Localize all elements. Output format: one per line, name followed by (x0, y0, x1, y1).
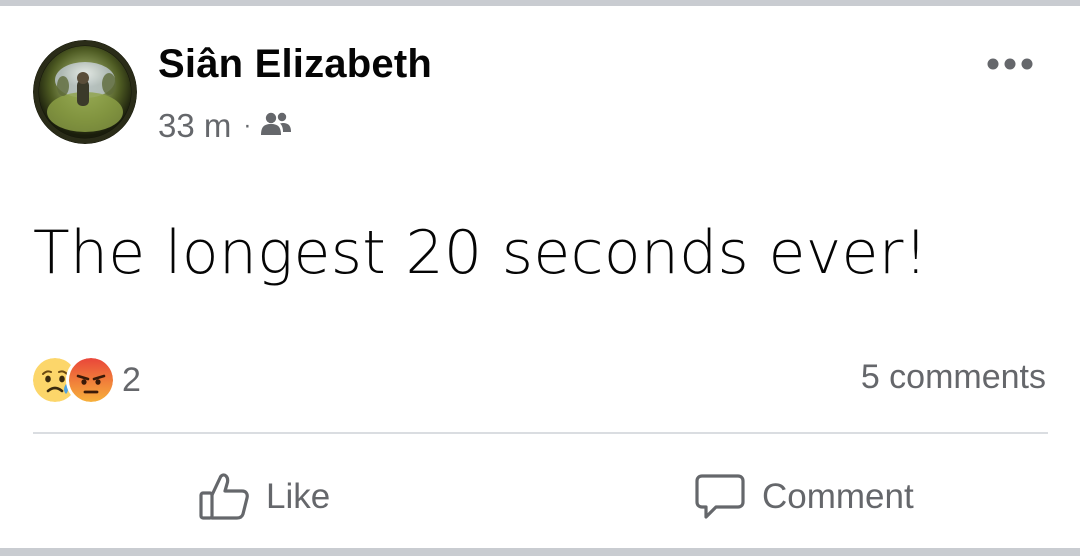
feed-separator-bottom (0, 548, 1080, 556)
post-timestamp[interactable]: 33 m (158, 107, 231, 145)
like-label: Like (266, 477, 331, 516)
comment-button[interactable]: Comment (694, 462, 914, 532)
meta-separator: · (243, 112, 252, 139)
reaction-count: 2 (122, 360, 141, 399)
author-avatar[interactable] (33, 40, 137, 144)
comments-count-link[interactable]: 5 comments (861, 358, 1046, 397)
comment-bubble-icon (695, 474, 745, 519)
author-name[interactable]: Siân Elizabeth (158, 42, 432, 87)
post-meta: 33 m · (158, 104, 292, 148)
comment-label: Comment (762, 477, 914, 516)
like-button[interactable]: Like (198, 462, 330, 532)
post-card: Siân Elizabeth 33 m · The longest 20 sec… (0, 6, 1080, 548)
angry-reaction-icon (66, 355, 116, 405)
friends-icon[interactable] (261, 107, 292, 145)
avatar-image (33, 40, 137, 144)
more-options-icon (987, 58, 1033, 70)
more-options-button[interactable] (978, 46, 1042, 82)
reaction-summary[interactable]: 2 (30, 355, 141, 405)
thumbs-up-icon (199, 473, 249, 520)
actions-divider (33, 432, 1048, 434)
post-body-text: The longest 20 seconds ever! (33, 218, 929, 288)
